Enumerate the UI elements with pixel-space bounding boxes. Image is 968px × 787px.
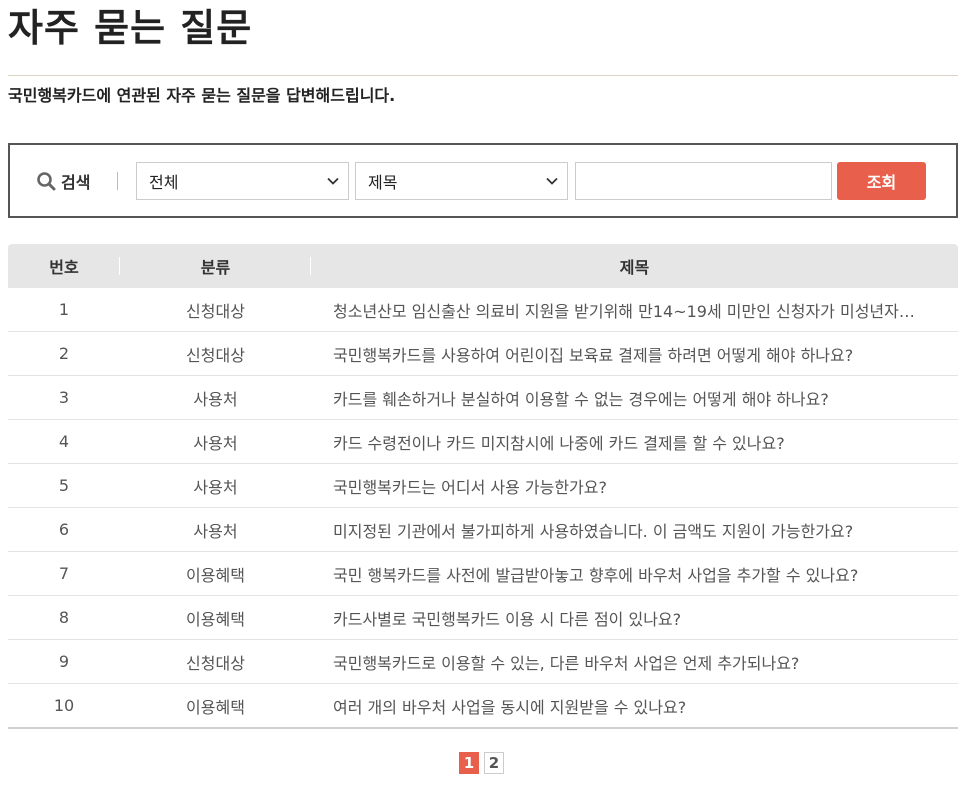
row-title-cell: 국민 행복카드를 사전에 발급받아놓고 향후에 바우처 사업을 추가할 수 있나… xyxy=(311,551,958,596)
row-title-link[interactable]: 국민 행복카드를 사전에 발급받아놓고 향후에 바우처 사업을 추가할 수 있나… xyxy=(333,566,858,585)
row-category: 신청대상 xyxy=(120,288,311,332)
field-select-value: 제목 xyxy=(368,173,398,192)
table-row[interactable]: 1 신청대상 청소년산모 임신출산 의료비 지원을 받기위해 만14~19세 미… xyxy=(8,288,958,332)
row-number: 8 xyxy=(8,595,120,640)
table-header-row: 번호 분류 제목 xyxy=(8,244,958,288)
row-number: 3 xyxy=(8,375,120,420)
table-row[interactable]: 10 이용혜택 여러 개의 바우처 사업을 동시에 지원받을 수 있나요? xyxy=(8,683,958,729)
table-row[interactable]: 4 사용처 카드 수령전이나 카드 미지참시에 나중에 카드 결제를 할 수 있… xyxy=(8,419,958,464)
table-row[interactable]: 9 신청대상 국민행복카드로 이용할 수 있는, 다른 바우처 사업은 언제 추… xyxy=(8,639,958,684)
row-category: 사용처 xyxy=(120,375,311,420)
row-category: 이용혜택 xyxy=(120,683,311,729)
page-button-current[interactable]: 1 xyxy=(459,752,479,774)
table-row[interactable]: 7 이용혜택 국민 행복카드를 사전에 발급받아놓고 향후에 바우처 사업을 추… xyxy=(8,551,958,596)
row-title-link[interactable]: 카드사별로 국민행복카드 이용 시 다른 점이 있나요? xyxy=(333,610,681,629)
row-title-cell: 국민행복카드로 이용할 수 있는, 다른 바우처 사업은 언제 추가되나요? xyxy=(311,639,958,684)
row-category: 신청대상 xyxy=(120,331,311,376)
chevron-down-icon xyxy=(327,177,339,185)
table-row[interactable]: 5 사용처 국민행복카드는 어디서 사용 가능한가요? xyxy=(8,463,958,508)
row-category: 신청대상 xyxy=(120,639,311,684)
column-header-category: 분류 xyxy=(120,244,311,288)
row-title-link[interactable]: 국민행복카드는 어디서 사용 가능한가요? xyxy=(333,478,607,497)
row-title-cell: 청소년산모 임신출산 의료비 지원을 받기위해 만14~19세 미만인 신청자가… xyxy=(311,288,958,332)
table-row[interactable]: 6 사용처 미지정된 기관에서 불가피하게 사용하였습니다. 이 금액도 지원이… xyxy=(8,507,958,552)
row-category: 사용처 xyxy=(120,463,311,508)
search-panel: 검색 전체 제목 조회 xyxy=(8,143,958,218)
search-divider xyxy=(117,172,118,190)
row-category: 사용처 xyxy=(120,507,311,552)
page-subtitle: 국민행복카드에 연관된 자주 묻는 질문을 답변해드립니다. xyxy=(8,86,396,105)
table-row[interactable]: 3 사용처 카드를 훼손하거나 분실하여 이용할 수 없는 경우에는 어떻게 해… xyxy=(8,375,958,420)
row-number: 4 xyxy=(8,419,120,464)
table-row[interactable]: 2 신청대상 국민행복카드를 사용하여 어린이집 보육료 결제를 하려면 어떻게… xyxy=(8,331,958,376)
row-title-cell: 국민행복카드는 어디서 사용 가능한가요? xyxy=(311,463,958,508)
search-icon xyxy=(37,172,56,191)
field-select[interactable]: 제목 xyxy=(355,162,568,200)
row-title-cell: 카드사별로 국민행복카드 이용 시 다른 점이 있나요? xyxy=(311,595,958,640)
category-select[interactable]: 전체 xyxy=(136,162,349,200)
row-title-cell: 국민행복카드를 사용하여 어린이집 보육료 결제를 하려면 어떻게 해야 하나요… xyxy=(311,331,958,376)
faq-page: 자주 묻는 질문 국민행복카드에 연관된 자주 묻는 질문을 답변해드립니다. … xyxy=(0,0,968,787)
row-title-link[interactable]: 카드를 훼손하거나 분실하여 이용할 수 없는 경우에는 어떻게 해야 하나요? xyxy=(333,390,829,409)
row-category: 사용처 xyxy=(120,419,311,464)
row-number: 6 xyxy=(8,507,120,552)
row-title-link[interactable]: 여러 개의 바우처 사업을 동시에 지원받을 수 있나요? xyxy=(333,698,686,717)
row-number: 9 xyxy=(8,639,120,684)
row-title-link[interactable]: 카드 수령전이나 카드 미지참시에 나중에 카드 결제를 할 수 있나요? xyxy=(333,434,785,453)
row-number: 7 xyxy=(8,551,120,596)
page-button[interactable]: 2 xyxy=(484,752,504,774)
search-input[interactable] xyxy=(575,162,832,200)
row-title-cell: 카드를 훼손하거나 분실하여 이용할 수 없는 경우에는 어떻게 해야 하나요? xyxy=(311,375,958,420)
row-category: 이용혜택 xyxy=(120,595,311,640)
row-category: 이용혜택 xyxy=(120,551,311,596)
row-title-link[interactable]: 국민행복카드로 이용할 수 있는, 다른 바우처 사업은 언제 추가되나요? xyxy=(333,654,799,673)
search-button[interactable]: 조회 xyxy=(837,162,926,200)
row-number: 5 xyxy=(8,463,120,508)
row-title-link[interactable]: 청소년산모 임신출산 의료비 지원을 받기위해 만14~19세 미만인 신청자가… xyxy=(333,302,958,321)
row-title-cell: 카드 수령전이나 카드 미지참시에 나중에 카드 결제를 할 수 있나요? xyxy=(311,419,958,464)
search-label-text: 검색 xyxy=(61,173,91,192)
row-title-link[interactable]: 미지정된 기관에서 불가피하게 사용하였습니다. 이 금액도 지원이 가능한가요… xyxy=(333,522,853,541)
row-title-link[interactable]: 국민행복카드를 사용하여 어린이집 보육료 결제를 하려면 어떻게 해야 하나요… xyxy=(333,346,853,365)
row-number: 10 xyxy=(8,683,120,729)
title-divider xyxy=(8,75,958,76)
faq-table: 번호 분류 제목 1 신청대상 청소년산모 임신출산 의료비 지원을 받기위해 … xyxy=(8,244,958,729)
row-number: 2 xyxy=(8,331,120,376)
category-select-value: 전체 xyxy=(149,173,179,192)
search-label: 검색 xyxy=(36,170,90,192)
page-title: 자주 묻는 질문 xyxy=(8,6,253,50)
row-number: 1 xyxy=(8,288,120,332)
row-title-cell: 미지정된 기관에서 불가피하게 사용하였습니다. 이 금액도 지원이 가능한가요… xyxy=(311,507,958,552)
column-header-title: 제목 xyxy=(311,244,958,288)
pagination: 1 2 xyxy=(459,752,504,774)
table-row[interactable]: 8 이용혜택 카드사별로 국민행복카드 이용 시 다른 점이 있나요? xyxy=(8,595,958,640)
chevron-down-icon xyxy=(546,177,558,185)
column-header-number: 번호 xyxy=(8,244,120,288)
row-title-cell: 여러 개의 바우처 사업을 동시에 지원받을 수 있나요? xyxy=(311,683,958,729)
